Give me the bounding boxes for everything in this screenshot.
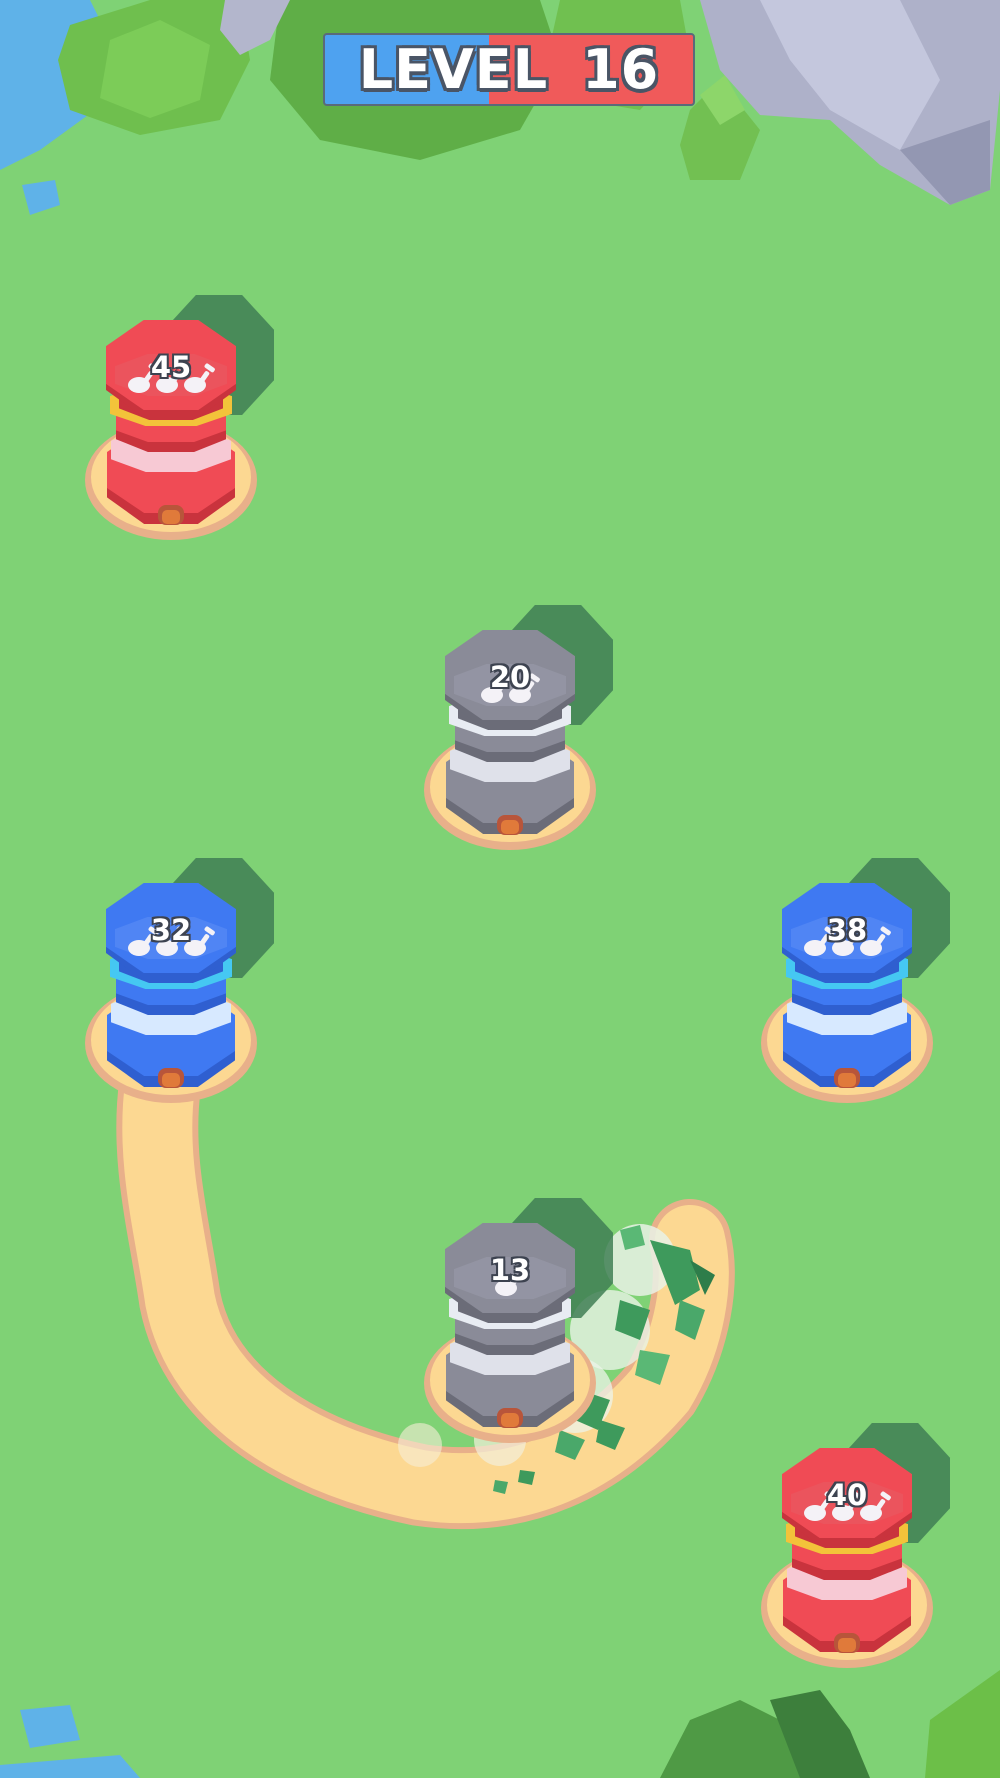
tower-troop-count: 45	[150, 350, 192, 384]
tower-troop-count: 40	[826, 1478, 868, 1512]
tower-neutral[interactable]: 13	[424, 1198, 613, 1443]
water-puddle	[22, 180, 60, 215]
tower-troop-count: 32	[150, 913, 192, 947]
tower-red[interactable]: 40	[761, 1423, 950, 1668]
tower-blue[interactable]: 32	[85, 858, 274, 1103]
tower-graphic	[761, 1423, 950, 1668]
tower-troop-count: 20	[489, 660, 531, 694]
water-bottom-left	[20, 1705, 80, 1748]
tower-blue[interactable]: 38	[761, 858, 950, 1103]
tower-neutral[interactable]: 20	[424, 605, 613, 850]
tower-graphic	[424, 605, 613, 850]
tower-red[interactable]: 45	[85, 295, 274, 540]
tower-graphic	[424, 1198, 613, 1443]
tower-troop-count: 13	[489, 1253, 531, 1287]
tower-troop-count: 38	[826, 913, 868, 947]
bush-bottom-right	[925, 1670, 1000, 1778]
tower-graphic	[761, 858, 950, 1103]
game-board: LEVEL 16 45 20 32 38 13 40	[0, 0, 1000, 1778]
tower-graphic	[85, 858, 274, 1103]
water-bottom-edge	[0, 1755, 140, 1778]
level-word: LEVEL	[358, 38, 549, 101]
level-label: LEVEL 16	[325, 35, 693, 104]
tower-graphic	[85, 295, 274, 540]
level-banner: LEVEL 16	[323, 33, 695, 106]
level-number: 16	[582, 38, 660, 101]
